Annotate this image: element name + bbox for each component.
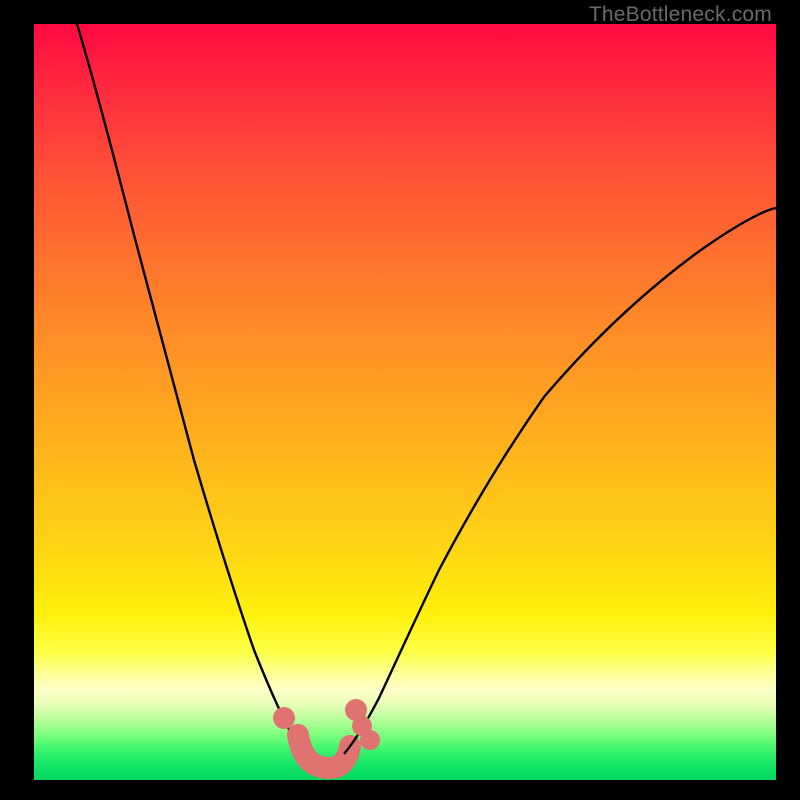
curve-left-branch [77, 24, 306, 755]
curve-layer [34, 24, 776, 780]
plot-area [34, 24, 776, 780]
marker-dot [273, 707, 295, 729]
curve-trough-highlight [298, 735, 350, 768]
marker-dot [360, 730, 380, 750]
curve-right-branch [344, 208, 776, 754]
